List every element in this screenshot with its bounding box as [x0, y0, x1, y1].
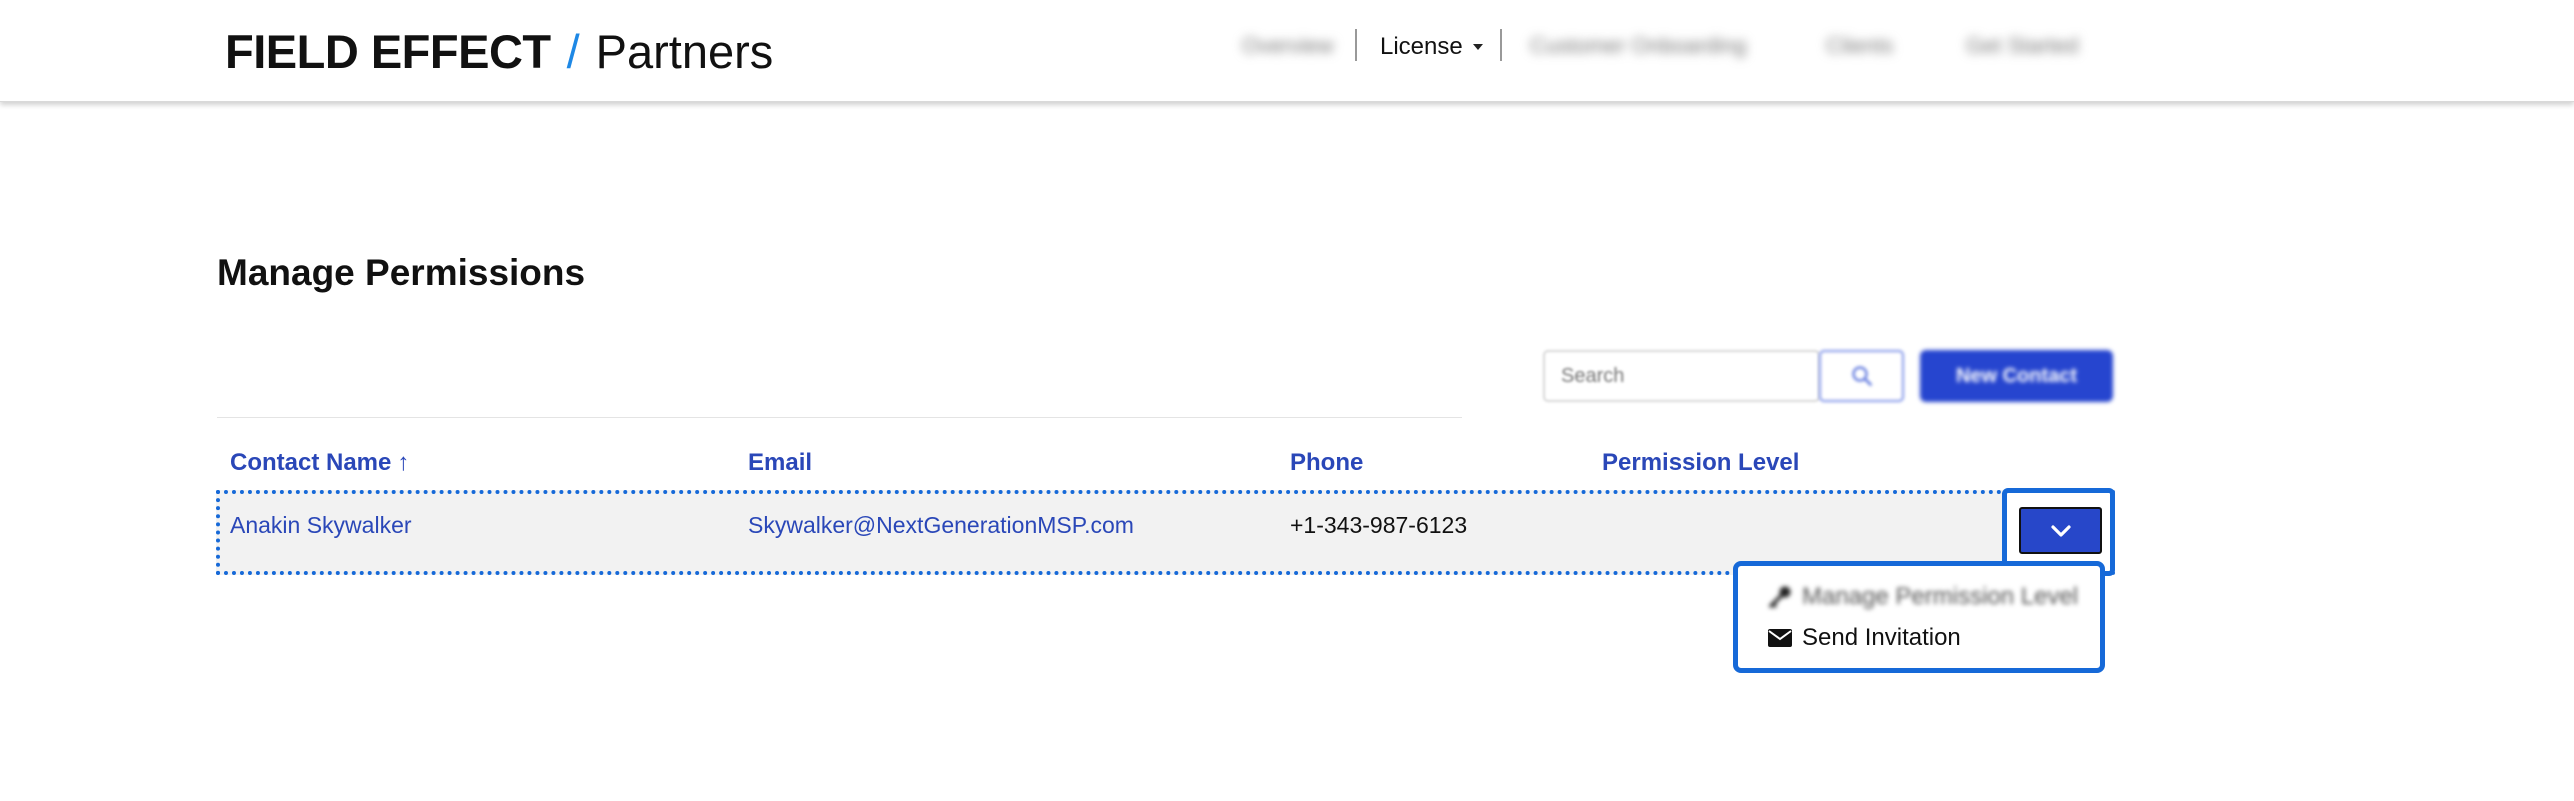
- contact-name-cell[interactable]: Anakin Skywalker: [230, 512, 412, 539]
- top-header: FIELD EFFECT / Partners Overview License…: [0, 0, 2574, 102]
- nav-item-get-started[interactable]: Get Started: [1966, 26, 2079, 66]
- nav-item-license[interactable]: License: [1380, 29, 1483, 65]
- nav-divider: [1500, 29, 1502, 61]
- nav-divider: [1355, 29, 1357, 61]
- menu-item-send-invitation[interactable]: Send Invitation: [1768, 624, 1961, 652]
- brand-logo[interactable]: FIELD EFFECT / Partners: [225, 22, 773, 80]
- column-header-email[interactable]: Email: [748, 449, 812, 477]
- chevron-down-icon: [2050, 524, 2071, 537]
- new-contact-button[interactable]: New Contact: [1920, 350, 2113, 402]
- nav-item-clients[interactable]: Clients: [1826, 26, 1893, 66]
- search-icon: [1851, 366, 1872, 386]
- nav-item-customer-onboarding[interactable]: Customer Onboarding: [1530, 26, 1746, 66]
- key-icon: [1769, 586, 1791, 608]
- toolbar-divider: [217, 417, 1462, 418]
- envelope-icon: [1768, 629, 1792, 647]
- phone-cell: +1-343-987-6123: [1290, 512, 1468, 538]
- menu-item-label: Send Invitation: [1802, 624, 1961, 651]
- search-input[interactable]: [1543, 350, 1820, 402]
- nav-item-overview[interactable]: Overview: [1242, 26, 1334, 66]
- email-cell[interactable]: Skywalker@NextGenerationMSP.com: [748, 512, 1134, 539]
- row-actions-menu: Manage Permission Level Send Invitation: [1733, 561, 2105, 673]
- menu-item-label: Manage Permission Level: [1802, 583, 2079, 610]
- brand-slash: /: [566, 24, 580, 78]
- search-button[interactable]: [1819, 350, 1904, 402]
- row-actions-toggle-button[interactable]: [2019, 507, 2102, 554]
- column-header-label: Contact Name: [230, 449, 392, 476]
- nav-license-label: License: [1380, 33, 1463, 60]
- column-header-phone[interactable]: Phone: [1290, 449, 1363, 477]
- brand-name: FIELD EFFECT: [225, 24, 551, 78]
- column-header-contact-name[interactable]: Contact Name ↑: [230, 449, 409, 477]
- menu-item-manage-permission-level[interactable]: Manage Permission Level: [1768, 583, 2078, 611]
- brand-section: Partners: [595, 24, 774, 78]
- arrow-up-icon: ↑: [397, 449, 410, 476]
- column-header-permission-level[interactable]: Permission Level: [1602, 449, 1799, 477]
- page-title: Manage Permissions: [217, 252, 586, 293]
- caret-down-icon: [1472, 44, 1483, 50]
